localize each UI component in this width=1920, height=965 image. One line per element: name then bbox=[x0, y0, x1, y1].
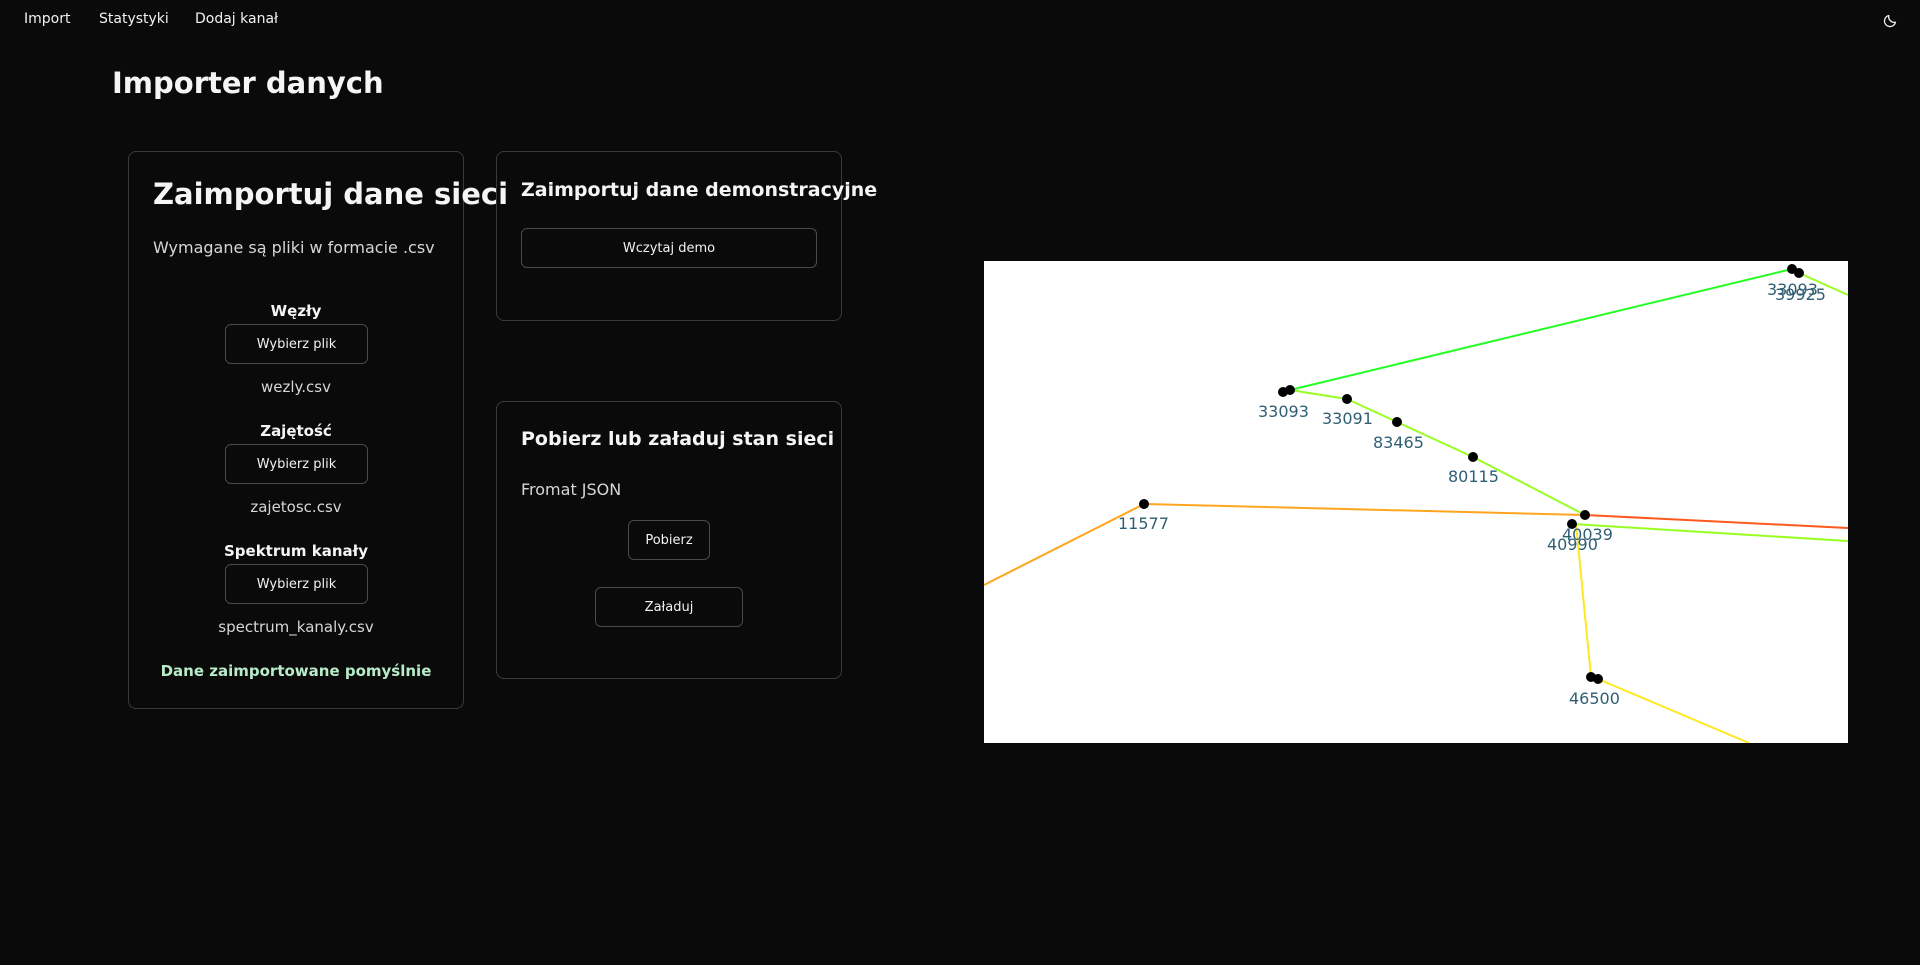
load-state-button[interactable]: Załaduj bbox=[595, 587, 743, 627]
graph-node[interactable] bbox=[1593, 674, 1603, 684]
download-button[interactable]: Pobierz bbox=[628, 520, 710, 560]
node-label: 46500 bbox=[1569, 689, 1620, 708]
node-label: 83465 bbox=[1373, 433, 1424, 452]
nav-import[interactable]: Import bbox=[24, 11, 70, 27]
load-demo-button[interactable]: Wczytaj demo bbox=[521, 228, 817, 268]
network-state-card: Pobierz lub załaduj stan sieci Fromat JS… bbox=[496, 401, 842, 679]
nodes-file-button[interactable]: Wybierz plik bbox=[225, 324, 368, 364]
network-graph-view[interactable]: 33093 33091 83465 80115 11577 40039 4099… bbox=[984, 261, 1848, 743]
state-card-title: Pobierz lub załaduj stan sieci bbox=[521, 428, 835, 450]
node-label: 39925 bbox=[1775, 285, 1826, 304]
nav-dodaj-kanal[interactable]: Dodaj kanał bbox=[195, 11, 278, 27]
graph-edge[interactable] bbox=[1143, 503, 1586, 516]
demo-data-card: Zaimportuj dane demonstracyjne Wczytaj d… bbox=[496, 151, 877, 321]
nodes-filename: wezly.csv bbox=[261, 378, 331, 396]
graph-edge[interactable] bbox=[1597, 678, 1750, 743]
occupancy-filename: zajetosc.csv bbox=[250, 498, 342, 516]
demo-card-title: Zaimportuj dane demonstracyjne bbox=[521, 179, 878, 201]
node-label: 40990 bbox=[1547, 535, 1598, 554]
format-label: Fromat JSON bbox=[521, 480, 622, 499]
graph-edge[interactable] bbox=[1289, 389, 1348, 400]
network-graph-canvas[interactable]: 33093 33091 83465 80115 11577 40039 4099… bbox=[984, 261, 1848, 743]
page-title: Importer danych bbox=[112, 66, 384, 100]
import-card-subtitle: Wymagane są pliki w formacie .csv bbox=[153, 238, 435, 257]
import-success-message: Dane zaimportowane pomyślnie bbox=[160, 662, 432, 680]
graph-node[interactable] bbox=[1139, 499, 1149, 509]
node-label: 80115 bbox=[1448, 467, 1499, 486]
spectrum-filename: spectrum_kanaly.csv bbox=[218, 618, 374, 636]
moon-icon bbox=[1883, 14, 1897, 28]
graph-node[interactable] bbox=[1580, 510, 1590, 520]
graph-node[interactable] bbox=[1468, 452, 1478, 462]
import-network-card: Zaimportuj dane sieci Wymagane są pliki … bbox=[128, 151, 508, 709]
graph-edge[interactable] bbox=[1584, 514, 1848, 529]
node-label: 11577 bbox=[1118, 514, 1169, 533]
node-label: 33093 bbox=[1258, 402, 1309, 421]
import-card-title: Zaimportuj dane sieci bbox=[153, 177, 509, 211]
graph-edge[interactable] bbox=[1289, 268, 1793, 391]
theme-toggle-button[interactable] bbox=[1883, 12, 1899, 28]
occupancy-file-button[interactable]: Wybierz plik bbox=[225, 444, 368, 484]
graph-node[interactable] bbox=[1392, 417, 1402, 427]
graph-node[interactable] bbox=[1342, 394, 1352, 404]
spectrum-file-button[interactable]: Wybierz plik bbox=[225, 564, 368, 604]
graph-node[interactable] bbox=[1794, 268, 1804, 278]
node-label: 33091 bbox=[1322, 409, 1373, 428]
top-navigation: Import Statystyki Dodaj kanał bbox=[0, 0, 1920, 40]
nodes-label: Węzły bbox=[270, 302, 322, 320]
nav-statystyki[interactable]: Statystyki bbox=[99, 11, 169, 27]
graph-edge[interactable] bbox=[1472, 456, 1586, 516]
spectrum-label: Spektrum kanały bbox=[223, 542, 369, 560]
occupancy-label: Zajętość bbox=[260, 422, 332, 440]
graph-node[interactable] bbox=[1285, 385, 1295, 395]
